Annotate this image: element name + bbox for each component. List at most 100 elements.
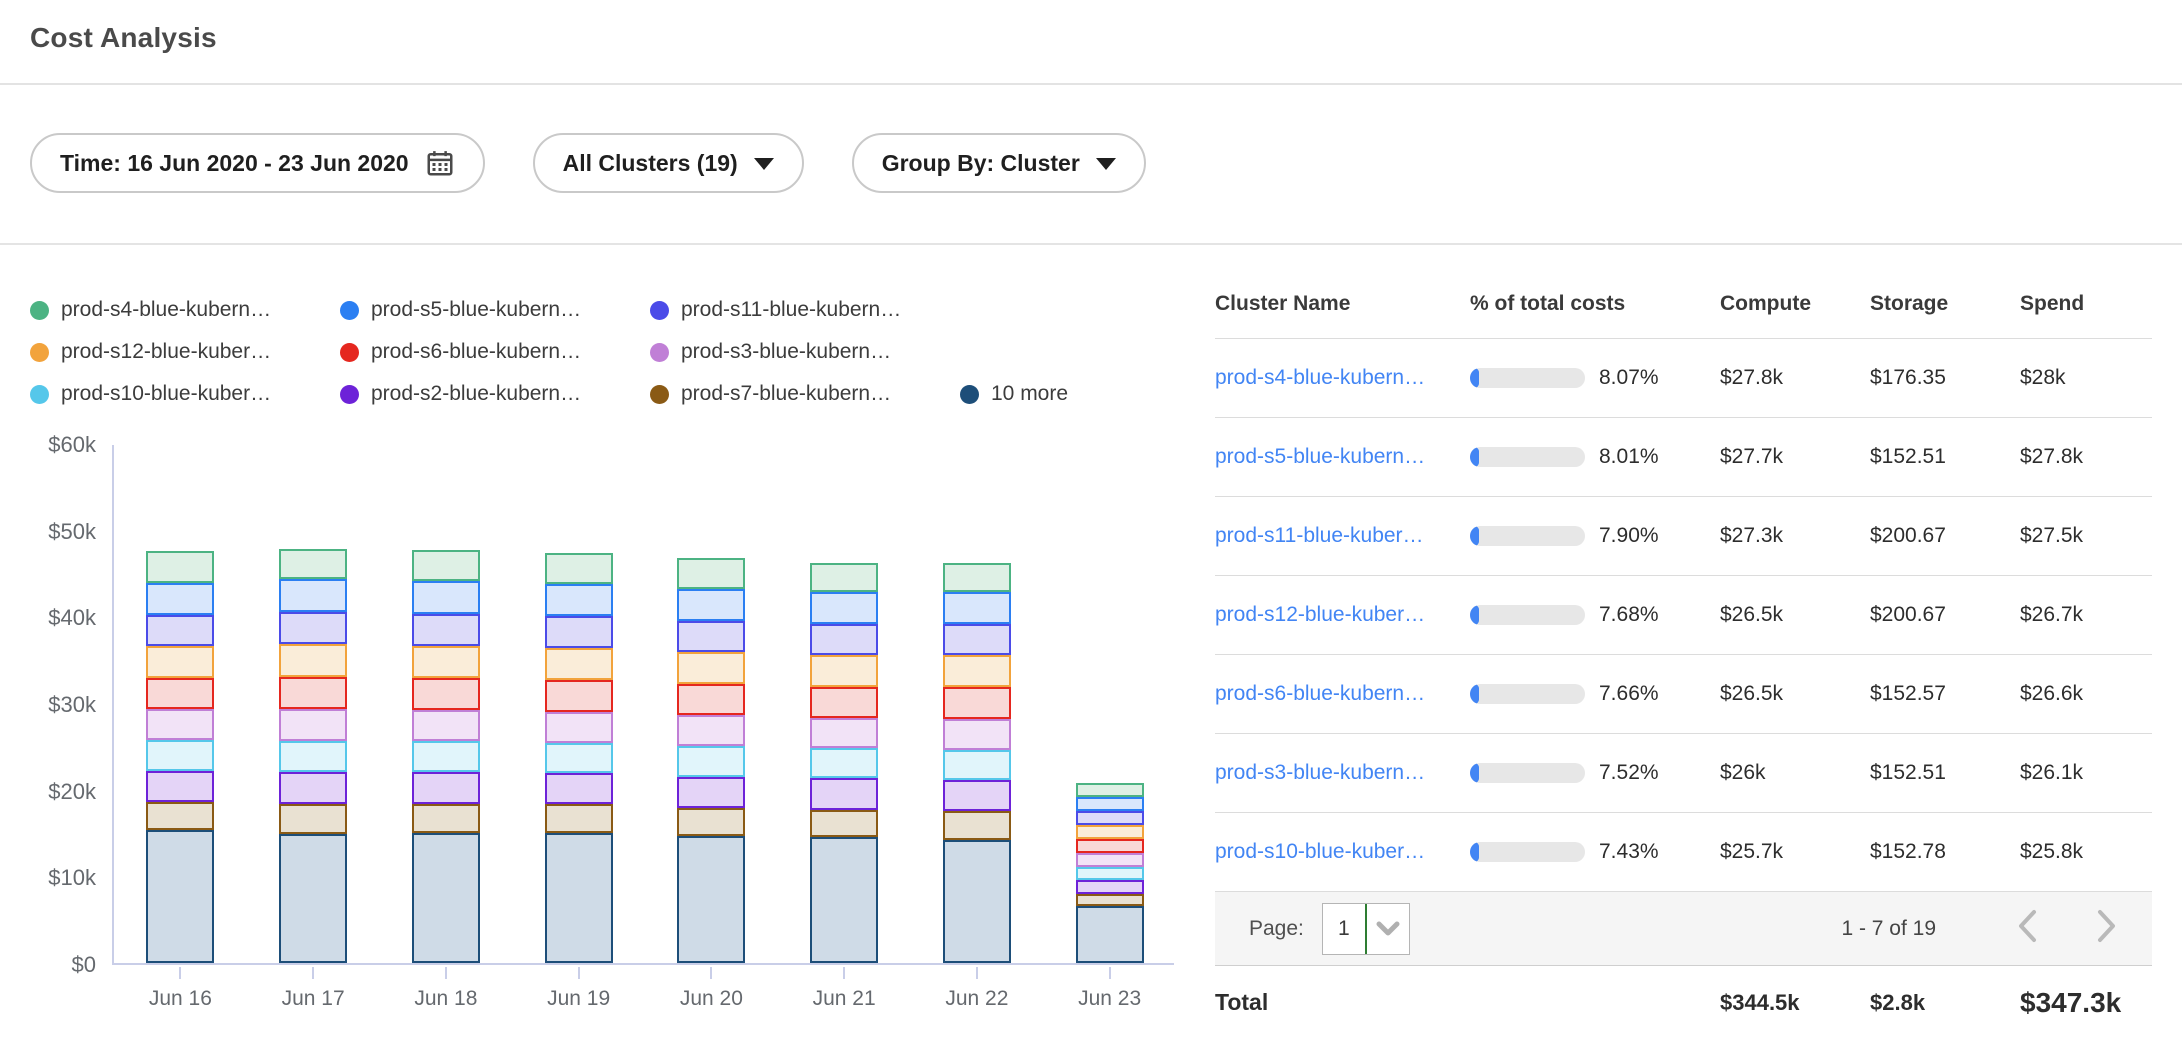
- bar-segment-ten-more[interactable]: [943, 840, 1011, 963]
- bar-segment-prod-s4[interactable]: [943, 563, 1011, 592]
- bar-segment-prod-s10[interactable]: [279, 741, 347, 772]
- bar-segment-prod-s10[interactable]: [943, 750, 1011, 780]
- cluster-link[interactable]: prod-s12-blue-kuber…: [1215, 603, 1470, 627]
- cluster-link[interactable]: prod-s3-blue-kubern…: [1215, 761, 1470, 785]
- bar-segment-prod-s12[interactable]: [545, 648, 613, 680]
- bar-segment-prod-s6[interactable]: [1076, 839, 1144, 853]
- bar-segment-prod-s2[interactable]: [943, 780, 1011, 811]
- bar-segment-prod-s3[interactable]: [943, 719, 1011, 750]
- bar-segment-prod-s11[interactable]: [146, 615, 214, 646]
- bar-segment-prod-s2[interactable]: [810, 778, 878, 809]
- bar-segment-prod-s5[interactable]: [1076, 797, 1144, 812]
- bar-segment-prod-s10[interactable]: [545, 743, 613, 773]
- bar-segment-prod-s6[interactable]: [677, 684, 745, 715]
- bar-segment-prod-s4[interactable]: [279, 549, 347, 579]
- bar-segment-prod-s3[interactable]: [412, 710, 480, 741]
- bar-segment-prod-s6[interactable]: [943, 687, 1011, 718]
- bar-segment-prod-s10[interactable]: [810, 748, 878, 778]
- legend-item[interactable]: prod-s2-blue-kubern…: [340, 382, 650, 406]
- bar-segment-prod-s7[interactable]: [943, 811, 1011, 840]
- bar-segment-prod-s3[interactable]: [1076, 853, 1144, 867]
- bar-segment-prod-s11[interactable]: [545, 616, 613, 647]
- bar-segment-prod-s3[interactable]: [545, 712, 613, 743]
- cluster-link[interactable]: prod-s5-blue-kubern…: [1215, 445, 1470, 469]
- bar-segment-prod-s10[interactable]: [146, 740, 214, 770]
- bar-segment-prod-s11[interactable]: [810, 624, 878, 655]
- group-by-button[interactable]: Group By: Cluster: [852, 133, 1146, 193]
- bar-segment-ten-more[interactable]: [1076, 906, 1144, 963]
- bar-segment-prod-s11[interactable]: [943, 624, 1011, 655]
- bar-segment-prod-s6[interactable]: [412, 678, 480, 710]
- legend-item[interactable]: prod-s12-blue-kuber…: [30, 340, 340, 364]
- bar-segment-prod-s7[interactable]: [146, 802, 214, 831]
- bar-segment-prod-s5[interactable]: [545, 584, 613, 616]
- bar-segment-prod-s7[interactable]: [279, 804, 347, 833]
- bar-segment-prod-s3[interactable]: [810, 718, 878, 748]
- cluster-link[interactable]: prod-s6-blue-kubern…: [1215, 682, 1470, 706]
- bar-segment-prod-s4[interactable]: [412, 550, 480, 580]
- legend-item[interactable]: prod-s10-blue-kuber…: [30, 382, 340, 406]
- bar-segment-prod-s12[interactable]: [1076, 825, 1144, 839]
- legend-item[interactable]: prod-s11-blue-kubern…: [650, 298, 960, 322]
- bar-segment-prod-s4[interactable]: [545, 553, 613, 584]
- bar-segment-prod-s4[interactable]: [677, 558, 745, 588]
- bar-segment-ten-more[interactable]: [412, 833, 480, 963]
- bar-segment-prod-s5[interactable]: [146, 583, 214, 615]
- bar-segment-prod-s7[interactable]: [677, 808, 745, 837]
- bar-segment-ten-more[interactable]: [545, 833, 613, 963]
- bar-segment-prod-s7[interactable]: [810, 810, 878, 838]
- bar-segment-prod-s7[interactable]: [1076, 894, 1144, 906]
- legend-item[interactable]: prod-s4-blue-kubern…: [30, 298, 340, 322]
- bar-segment-prod-s11[interactable]: [1076, 811, 1144, 825]
- legend-item[interactable]: prod-s7-blue-kubern…: [650, 382, 960, 406]
- bar-segment-prod-s6[interactable]: [545, 680, 613, 712]
- bar-segment-prod-s2[interactable]: [545, 773, 613, 804]
- bar-segment-prod-s5[interactable]: [677, 589, 745, 621]
- bar-segment-prod-s4[interactable]: [146, 551, 214, 582]
- bar-segment-ten-more[interactable]: [279, 834, 347, 963]
- bar-segment-prod-s4[interactable]: [1076, 783, 1144, 797]
- bar-segment-prod-s3[interactable]: [279, 709, 347, 741]
- bar-segment-ten-more[interactable]: [146, 830, 214, 963]
- bar-segment-ten-more[interactable]: [810, 837, 878, 963]
- legend-item[interactable]: prod-s3-blue-kubern…: [650, 340, 960, 364]
- bar-segment-prod-s12[interactable]: [146, 646, 214, 678]
- bar-segment-prod-s12[interactable]: [943, 655, 1011, 687]
- bar-segment-prod-s7[interactable]: [545, 804, 613, 833]
- legend-item[interactable]: 10 more: [960, 382, 1068, 406]
- bar-segment-prod-s6[interactable]: [146, 678, 214, 709]
- page-select[interactable]: 1: [1322, 903, 1410, 955]
- cluster-link[interactable]: prod-s4-blue-kubern…: [1215, 366, 1470, 390]
- bar-segment-prod-s6[interactable]: [810, 687, 878, 718]
- bar-segment-prod-s2[interactable]: [1076, 880, 1144, 894]
- bar-segment-prod-s12[interactable]: [279, 644, 347, 677]
- bar-segment-prod-s11[interactable]: [412, 614, 480, 646]
- bar-segment-prod-s5[interactable]: [412, 581, 480, 614]
- bar-segment-ten-more[interactable]: [677, 836, 745, 963]
- bar-segment-prod-s2[interactable]: [146, 771, 214, 802]
- time-filter-button[interactable]: Time: 16 Jun 2020 - 23 Jun 2020: [30, 133, 485, 193]
- bar-segment-prod-s10[interactable]: [412, 741, 480, 772]
- bar-segment-prod-s3[interactable]: [677, 715, 745, 746]
- bar-segment-prod-s6[interactable]: [279, 677, 347, 709]
- bar-segment-prod-s5[interactable]: [279, 579, 347, 612]
- legend-item[interactable]: prod-s6-blue-kubern…: [340, 340, 650, 364]
- bar-segment-prod-s12[interactable]: [810, 655, 878, 686]
- cluster-link[interactable]: prod-s11-blue-kuber…: [1215, 524, 1470, 548]
- bar-segment-prod-s12[interactable]: [412, 646, 480, 678]
- cluster-link[interactable]: prod-s10-blue-kuber…: [1215, 840, 1470, 864]
- bar-segment-prod-s2[interactable]: [677, 777, 745, 808]
- bar-segment-prod-s11[interactable]: [677, 621, 745, 652]
- bar-segment-prod-s3[interactable]: [146, 709, 214, 740]
- clusters-filter-button[interactable]: All Clusters (19): [533, 133, 804, 193]
- bar-segment-prod-s7[interactable]: [412, 804, 480, 833]
- bar-segment-prod-s4[interactable]: [810, 563, 878, 592]
- next-page-icon[interactable]: [2096, 909, 2118, 948]
- bar-segment-prod-s10[interactable]: [1076, 867, 1144, 880]
- bar-segment-prod-s5[interactable]: [810, 592, 878, 624]
- bar-segment-prod-s2[interactable]: [412, 772, 480, 804]
- bar-segment-prod-s10[interactable]: [677, 746, 745, 776]
- bar-segment-prod-s5[interactable]: [943, 592, 1011, 624]
- previous-page-icon[interactable]: [2016, 909, 2038, 948]
- bar-segment-prod-s2[interactable]: [279, 772, 347, 804]
